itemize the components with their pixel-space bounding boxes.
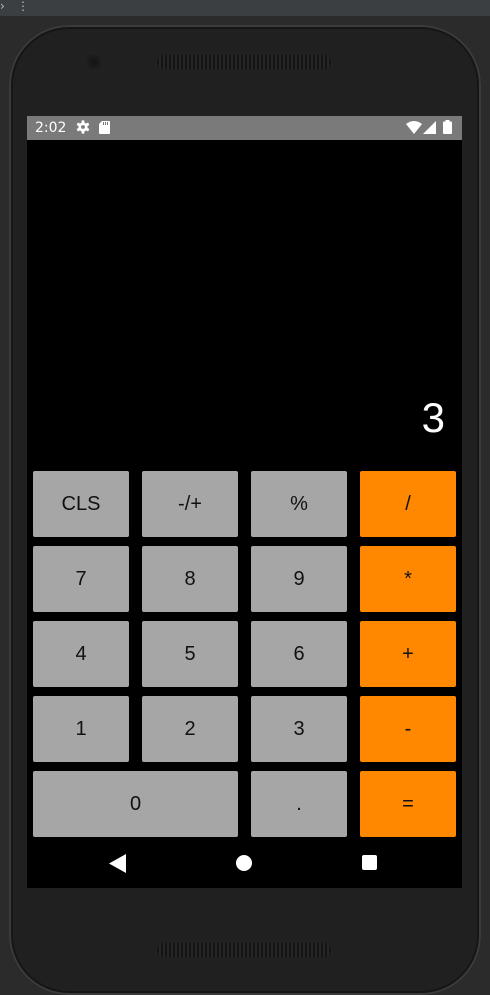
digit-2-button[interactable]: 2 — [142, 696, 238, 762]
home-icon[interactable] — [236, 855, 252, 871]
wifi-icon — [406, 121, 422, 134]
phone-screen: 2:02 3 CLS - /+ % / 7 8 9 * 4 5 6 + 1 2 3… — [27, 116, 462, 888]
clear-button[interactable]: CLS — [33, 471, 129, 537]
minus-button[interactable]: - — [360, 696, 456, 762]
toolbar-edge-icon: › — [0, 0, 5, 13]
emulator-toolbar: › ⋮ — [0, 0, 490, 16]
status-bar: 2:02 — [27, 116, 462, 140]
sd-card-icon — [99, 121, 110, 134]
display-value: 3 — [421, 394, 445, 441]
digit-4-button[interactable]: 4 — [33, 621, 129, 687]
digit-9-button[interactable]: 9 — [251, 546, 347, 612]
divide-button[interactable]: / — [360, 471, 456, 537]
decimal-button[interactable]: . — [251, 771, 347, 837]
calculator-display: 3 — [27, 140, 462, 465]
recents-icon[interactable] — [362, 855, 377, 870]
battery-icon — [443, 120, 452, 134]
digit-1-button[interactable]: 1 — [33, 696, 129, 762]
status-time: 2:02 — [35, 120, 67, 136]
navigation-bar — [27, 839, 462, 888]
digit-8-button[interactable]: 8 — [142, 546, 238, 612]
top-speaker — [157, 55, 331, 69]
equals-button[interactable]: = — [360, 771, 456, 837]
plus-button[interactable]: + — [360, 621, 456, 687]
sign-toggle-button[interactable]: -/+ — [142, 471, 238, 537]
digit-6-button[interactable]: 6 — [251, 621, 347, 687]
back-icon[interactable] — [109, 854, 126, 873]
more-options-icon[interactable]: ⋮ — [17, 0, 29, 12]
digit-7-button[interactable]: 7 — [33, 546, 129, 612]
digit-3-button[interactable]: 3 — [251, 696, 347, 762]
signal-icon — [423, 121, 436, 134]
bottom-speaker — [157, 943, 331, 957]
gear-icon — [76, 120, 90, 134]
digit-5-button[interactable]: 5 — [142, 621, 238, 687]
multiply-button[interactable]: * — [360, 546, 456, 612]
digit-0-button[interactable]: 0 — [33, 771, 238, 837]
front-camera — [87, 55, 101, 69]
percent-button[interactable]: % — [251, 471, 347, 537]
